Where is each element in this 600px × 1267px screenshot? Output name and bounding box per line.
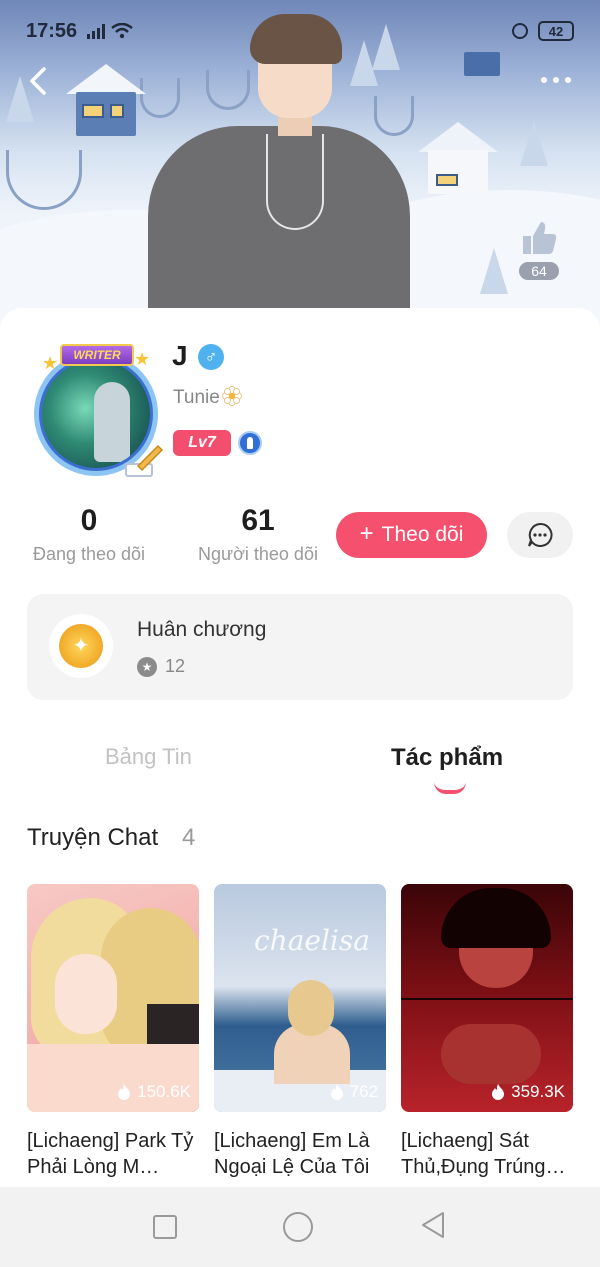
user-handle-text: Tunie — [173, 387, 220, 408]
following-label: Đang theo dõi — [32, 544, 146, 564]
story-card[interactable]: 359.3K [Lichaeng] Sát Thủ,Đụng Trúng… — [401, 884, 573, 1180]
following-stat[interactable]: 0 Đang theo dõi — [26, 504, 152, 565]
medal-title: Huân chương — [137, 618, 267, 641]
story-title: [Lichaeng] Sát Thủ,Đụng Trúng… — [401, 1130, 566, 1178]
story-views: 150.6K — [116, 1082, 191, 1102]
profile-card: WRITER ★ ★ J ♂ Tunie Lv7 0 Đang theo dõi… — [0, 308, 600, 1188]
signal-icon — [87, 23, 106, 39]
story-views: 359.3K — [490, 1082, 565, 1102]
medal-count: 12 — [165, 656, 186, 676]
flower-icon — [221, 386, 242, 406]
story-thumbnail: chaelisa 762 — [214, 884, 386, 1112]
nav-back-triangle-icon[interactable] — [419, 1210, 447, 1245]
character-illustration — [140, 14, 420, 326]
active-tab-indicator — [434, 782, 466, 794]
story-thumbnail: 150.6K — [27, 884, 199, 1112]
fire-icon — [118, 1084, 131, 1100]
more-options-button[interactable] — [534, 70, 578, 90]
story-views-count: 762 — [349, 1082, 378, 1101]
section-title: Truyện Chat — [27, 824, 159, 851]
story-card[interactable]: 150.6K [Lichaeng] Park Tỷ Phải Lòng M… — [27, 884, 199, 1180]
user-name: J — [172, 340, 188, 371]
avatar[interactable]: WRITER ★ ★ — [28, 344, 164, 480]
medal-card[interactable]: Huân chương ★ 12 — [27, 594, 573, 700]
follow-button[interactable]: + Theo dõi — [336, 512, 487, 558]
tab-feed[interactable]: Bảng Tin — [105, 744, 192, 770]
chat-bubble-icon — [528, 522, 553, 547]
story-card[interactable]: chaelisa 762 [Lichaeng] Em Là Ngoại Lệ C… — [214, 884, 386, 1180]
star-icon: ★ — [42, 353, 59, 373]
male-icon: ♂ — [198, 344, 224, 370]
user-handle: Tunie — [173, 386, 242, 409]
pine-tree — [480, 248, 508, 294]
battery-icon: 42 — [538, 21, 574, 41]
status-bar: 17:56 42 — [0, 0, 600, 62]
story-title: [Lichaeng] Park Tỷ Phải Lòng M… — [27, 1130, 194, 1178]
level-badge: Lv7 — [173, 430, 231, 456]
section-count: 4 — [182, 824, 196, 851]
nav-square-icon[interactable] — [153, 1215, 177, 1239]
thumbs-up-icon — [523, 222, 557, 254]
follow-button-label: Theo dõi — [381, 523, 464, 546]
message-button[interactable] — [507, 512, 573, 558]
pine-tree — [520, 120, 548, 166]
medal-count-row: ★ 12 — [137, 656, 185, 677]
medal-icon — [49, 614, 113, 678]
bare-tree — [6, 150, 82, 210]
story-views: 762 — [329, 1082, 378, 1102]
system-nav-bar — [0, 1187, 600, 1267]
following-count: 0 — [80, 504, 98, 537]
like-count: 64 — [519, 262, 559, 280]
pen-icon — [125, 444, 164, 477]
wifi-icon — [111, 23, 133, 39]
profile-banner: 17:56 42 64 — [0, 0, 600, 340]
followers-label: Người theo dõi — [198, 544, 318, 564]
thumbnail-script-text: chaelisa — [254, 924, 370, 957]
fire-icon — [492, 1084, 505, 1100]
followers-count: 61 — [241, 504, 275, 537]
like-button[interactable]: 64 — [516, 218, 562, 280]
followers-stat[interactable]: 61 Người theo dõi — [190, 504, 326, 565]
tab-works[interactable]: Tác phẩm — [391, 744, 503, 772]
writer-badge: WRITER — [60, 344, 134, 366]
story-thumbnail: 359.3K — [401, 884, 573, 1112]
story-views-count: 359.3K — [511, 1082, 565, 1101]
story-title: [Lichaeng] Em Là Ngoại Lệ Của Tôi — [214, 1130, 370, 1178]
more-dots-icon — [541, 77, 547, 83]
status-time: 17:56 — [26, 19, 78, 42]
lock-rotation-icon — [512, 23, 528, 39]
rank-icon — [238, 431, 262, 455]
fire-icon — [330, 1084, 343, 1100]
nav-circle-icon[interactable] — [283, 1212, 313, 1242]
back-button[interactable] — [24, 64, 54, 98]
star-icon: ★ — [134, 349, 151, 369]
star-icon: ★ — [137, 656, 157, 677]
back-arrow-icon — [30, 67, 46, 95]
story-views-count: 150.6K — [137, 1082, 191, 1101]
plus-icon: + — [359, 520, 374, 547]
